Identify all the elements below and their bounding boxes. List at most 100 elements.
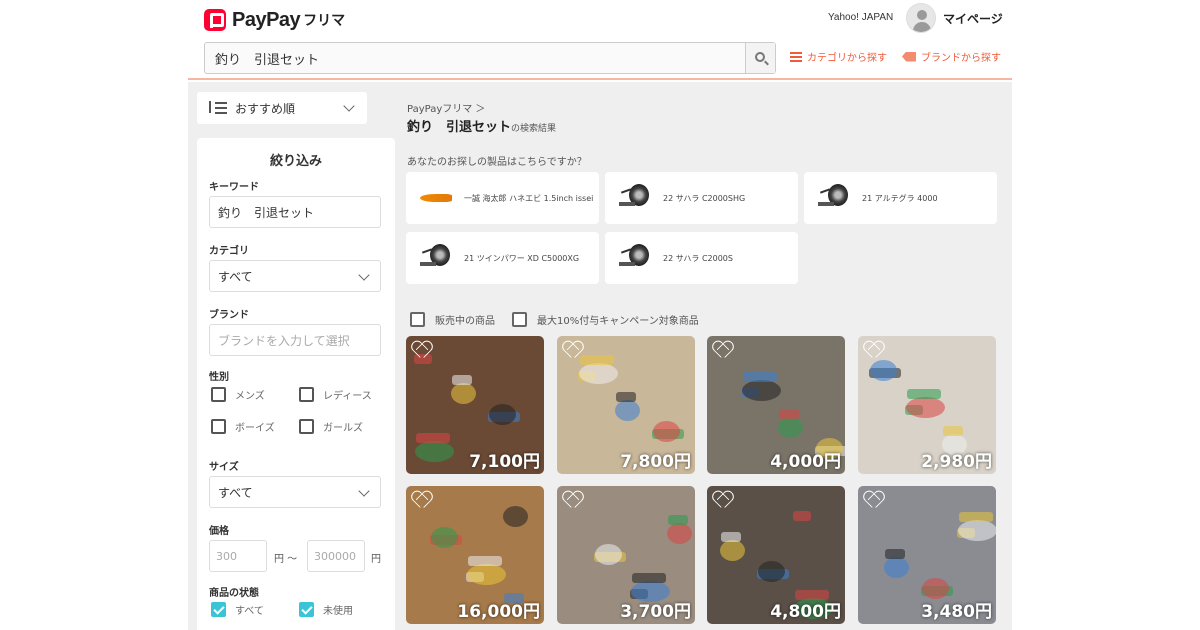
chevron-down-icon bbox=[343, 100, 355, 112]
price-separator: 円 〜 bbox=[274, 554, 298, 565]
item-price: 16,000円 bbox=[457, 602, 540, 622]
checkbox-label: 未使用 bbox=[323, 606, 353, 617]
mypage-link[interactable]: マイページ bbox=[943, 10, 1003, 27]
gender-label: 性別 bbox=[209, 372, 229, 383]
reel-icon bbox=[617, 180, 653, 216]
heart-icon[interactable] bbox=[412, 342, 430, 358]
filter-panel: 絞り込み キーワード 釣り 引退セット カテゴリ すべて ブランド ブランドを入… bbox=[197, 138, 395, 630]
heart-icon[interactable] bbox=[563, 492, 581, 508]
reel-icon bbox=[418, 240, 454, 276]
content-area: おすすめ順 絞り込み キーワード 釣り 引退セット カテゴリ すべて ブランド … bbox=[188, 82, 1012, 630]
suggestion-card[interactable]: 22 サハラ C2000SHG bbox=[605, 172, 798, 224]
on-sale-filter[interactable]: 販売中の商品 bbox=[410, 312, 495, 327]
item-price: 7,100円 bbox=[469, 452, 540, 472]
item-card[interactable]: 2,980円 bbox=[858, 336, 996, 474]
keyword-input[interactable]: 釣り 引退セット bbox=[209, 196, 381, 228]
breadcrumb[interactable]: PayPayフリマ ＞ bbox=[407, 100, 485, 115]
item-price: 7,800円 bbox=[620, 452, 691, 472]
item-card[interactable]: 3,480円 bbox=[858, 486, 996, 624]
reel-icon bbox=[816, 180, 852, 216]
filter-title: 絞り込み bbox=[269, 154, 322, 169]
header: PayPay フリマ Yahoo! JAPAN マイページ カテゴリから探す ブ… bbox=[188, 0, 1012, 80]
chevron-down-icon bbox=[358, 269, 370, 281]
item-price: 4,800円 bbox=[770, 602, 841, 622]
gender-checkbox-boys[interactable]: ボーイズ bbox=[211, 419, 275, 434]
size-select[interactable]: すべて bbox=[209, 476, 381, 508]
chevron-down-icon bbox=[358, 485, 370, 497]
checkbox-label: メンズ bbox=[235, 391, 265, 402]
search-input[interactable] bbox=[205, 43, 745, 73]
brand-label: ブランド bbox=[209, 310, 249, 321]
checkbox-label: すべて bbox=[235, 606, 264, 617]
tag-icon bbox=[902, 51, 916, 62]
item-price: 4,000円 bbox=[770, 452, 841, 472]
condition-label: 商品の状態 bbox=[209, 588, 259, 599]
checkbox[interactable] bbox=[299, 419, 314, 434]
price-label: 価格 bbox=[209, 526, 229, 537]
keyword-label: キーワード bbox=[209, 182, 259, 193]
category-value: すべて bbox=[218, 269, 253, 284]
checkbox[interactable] bbox=[512, 312, 527, 327]
yahoo-japan-link[interactable]: Yahoo! JAPAN bbox=[828, 12, 893, 23]
suggestion-name: 21 ツインパワー XD C5000XG bbox=[464, 253, 580, 263]
checkbox[interactable] bbox=[211, 419, 226, 434]
checkbox-label: レディース bbox=[323, 391, 372, 402]
checkbox[interactable] bbox=[410, 312, 425, 327]
item-card[interactable]: 7,100円 bbox=[406, 336, 544, 474]
item-price: 3,480円 bbox=[921, 602, 992, 622]
suggestion-card[interactable]: 21 ツインパワー XD C5000XG bbox=[406, 232, 599, 284]
size-label: サイズ bbox=[209, 462, 239, 473]
heart-icon[interactable] bbox=[412, 492, 430, 508]
paypay-logo-icon bbox=[204, 9, 226, 31]
condition-checkbox-all[interactable]: すべて bbox=[211, 602, 264, 617]
item-price: 3,700円 bbox=[620, 602, 691, 622]
price-max-input[interactable]: 300000 bbox=[307, 540, 365, 572]
logo-sub: フリマ bbox=[303, 13, 346, 29]
heart-icon[interactable] bbox=[713, 492, 731, 508]
item-card[interactable]: 4,000円 bbox=[707, 336, 845, 474]
suggest-question: あなたのお探しの製品はこちらですか？ bbox=[407, 157, 587, 168]
price-min-input[interactable]: 300 bbox=[209, 540, 267, 572]
suggestion-name: 22 サハラ C2000S bbox=[663, 253, 733, 263]
logo-text: PayPay bbox=[232, 8, 301, 31]
condition-checkbox-unused[interactable]: 未使用 bbox=[299, 602, 353, 617]
heart-icon[interactable] bbox=[864, 342, 882, 358]
campaign-label: 最大10%付与キャンペーン対象商品 bbox=[537, 316, 699, 327]
checkbox[interactable] bbox=[299, 602, 314, 617]
campaign-filter[interactable]: 最大10%付与キャンペーン対象商品 bbox=[512, 312, 699, 327]
heart-icon[interactable] bbox=[713, 342, 731, 358]
heart-icon[interactable] bbox=[864, 492, 882, 508]
suggestion-card[interactable]: 22 サハラ C2000S bbox=[605, 232, 798, 284]
price-unit: 円 bbox=[371, 554, 381, 565]
category-select[interactable]: すべて bbox=[209, 260, 381, 292]
search-button[interactable] bbox=[745, 43, 775, 73]
gender-checkbox-ladies[interactable]: レディース bbox=[299, 387, 372, 402]
suggestion-card[interactable]: 21 アルテグラ 4000 bbox=[804, 172, 997, 224]
suggestion-name: 一誠 海太郎 ハネエビ 1.5inch issei bbox=[464, 193, 594, 203]
paypay-logo[interactable]: PayPay フリマ bbox=[204, 6, 345, 34]
brand-input[interactable]: ブランドを入力して選択 bbox=[209, 324, 381, 356]
reel-icon bbox=[617, 240, 653, 276]
brand-search-link[interactable]: ブランドから探す bbox=[902, 49, 1001, 64]
sort-select[interactable]: おすすめ順 bbox=[197, 92, 367, 124]
checkbox-label: ボーイズ bbox=[235, 423, 275, 434]
avatar-icon[interactable] bbox=[906, 3, 936, 33]
heart-icon[interactable] bbox=[563, 342, 581, 358]
results-query: 釣り 引退セット bbox=[407, 120, 512, 135]
item-card[interactable]: 16,000円 bbox=[406, 486, 544, 624]
item-card[interactable]: 7,800円 bbox=[557, 336, 695, 474]
search-bar bbox=[204, 42, 776, 74]
suggestion-card[interactable]: 一誠 海太郎 ハネエビ 1.5inch issei bbox=[406, 172, 599, 224]
gender-checkbox-girls[interactable]: ガールズ bbox=[299, 419, 363, 434]
checkbox[interactable] bbox=[211, 602, 226, 617]
checkbox[interactable] bbox=[299, 387, 314, 402]
sort-label: おすすめ順 bbox=[235, 101, 296, 116]
results-suffix: の検索結果 bbox=[511, 124, 557, 134]
item-card[interactable]: 3,700円 bbox=[557, 486, 695, 624]
category-search-link[interactable]: カテゴリから探す bbox=[790, 49, 887, 64]
checkbox[interactable] bbox=[211, 387, 226, 402]
on-sale-label: 販売中の商品 bbox=[435, 316, 495, 327]
sort-icon bbox=[207, 101, 227, 115]
gender-checkbox-mens[interactable]: メンズ bbox=[211, 387, 265, 402]
item-card[interactable]: 4,800円 bbox=[707, 486, 845, 624]
